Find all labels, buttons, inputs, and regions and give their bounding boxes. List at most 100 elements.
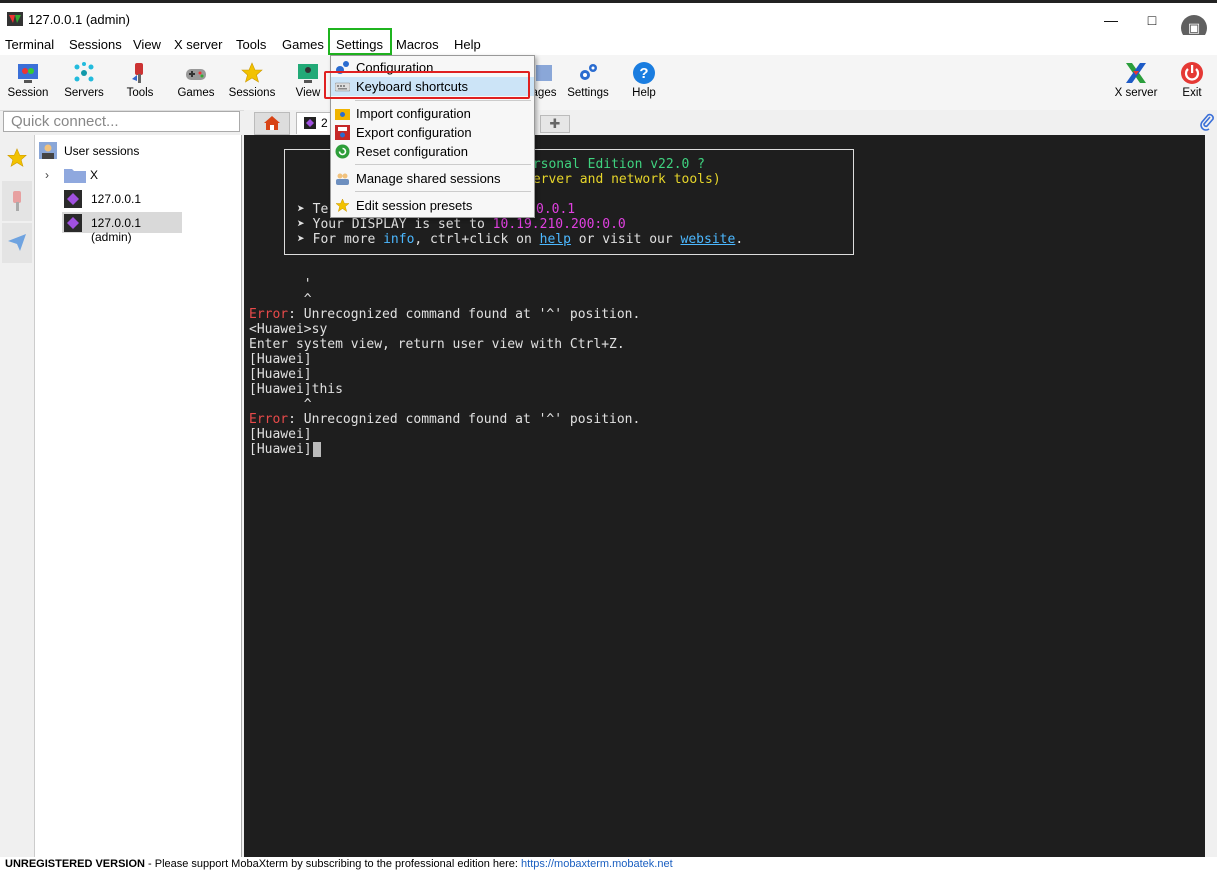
side-strip bbox=[0, 135, 35, 857]
menu-view[interactable]: View bbox=[133, 37, 161, 52]
terminal-session-icon bbox=[304, 117, 316, 129]
user-sessions-label[interactable]: User sessions bbox=[64, 144, 139, 158]
toolbar-help-label: Help bbox=[632, 87, 656, 99]
attachment-icon[interactable] bbox=[1199, 113, 1215, 131]
mobaxterm-logo-icon bbox=[7, 12, 23, 26]
menu-help[interactable]: Help bbox=[454, 37, 481, 52]
menu-terminal[interactable]: Terminal bbox=[5, 37, 54, 52]
terminal-error-line: Error: Unrecognized command found at '^'… bbox=[249, 307, 641, 322]
terminal-session-icon bbox=[64, 214, 82, 232]
sessions-star-icon bbox=[241, 62, 263, 83]
sessions-panel: User sessions › X 127.0.0.1 127.0.0.1 (a… bbox=[35, 135, 242, 857]
terminal-line: ^ bbox=[249, 397, 312, 412]
menu-games[interactable]: Games bbox=[282, 37, 324, 52]
terminal-cursor bbox=[313, 442, 321, 457]
reset-icon bbox=[335, 144, 350, 159]
terminal-line: ^ bbox=[249, 292, 312, 307]
unregistered-label: UNREGISTERED VERSION bbox=[5, 858, 145, 870]
status-message: - Please support MobaXterm by subscribin… bbox=[144, 858, 522, 870]
menu-sessions[interactable]: Sessions bbox=[69, 37, 122, 52]
home-icon bbox=[264, 116, 280, 130]
terminal-scrollbar[interactable] bbox=[1205, 135, 1217, 857]
svg-text:?: ? bbox=[639, 65, 648, 82]
packages-icon bbox=[536, 65, 552, 81]
terminal-error-line: Error: Unrecognized command found at '^'… bbox=[249, 412, 641, 427]
title-bar: 127.0.0.1 (admin) — □ ▣ bbox=[0, 0, 1217, 41]
banner-line-3: ➤ Te bbox=[297, 202, 329, 217]
display-line: ➤ Your DISPLAY is set to 10.19.210.200:0… bbox=[297, 217, 626, 232]
folder-x-label[interactable]: X bbox=[90, 168, 98, 182]
maximize-icon[interactable]: □ bbox=[1142, 11, 1162, 31]
export-icon bbox=[335, 125, 350, 140]
tab-session-active[interactable]: 2 bbox=[296, 112, 334, 134]
presets-star-icon bbox=[335, 198, 350, 213]
servers-icon bbox=[74, 62, 94, 82]
session-item[interactable]: 127.0.0.1 bbox=[62, 189, 212, 209]
toolbar-view-label: View bbox=[295, 87, 321, 99]
mobatek-link[interactable]: https://mobaxterm.mobatek.net bbox=[521, 858, 673, 870]
toolbar-servers-label: Servers bbox=[64, 87, 104, 99]
toolbar-tools-button[interactable]: Tools bbox=[112, 57, 168, 99]
new-tab-button[interactable]: ✚ bbox=[540, 115, 570, 133]
session-item-selected[interactable]: 127.0.0.1 (admin) bbox=[62, 212, 182, 244]
help-icon: ? bbox=[633, 62, 655, 84]
import-icon bbox=[335, 109, 350, 120]
help-link[interactable]: help bbox=[540, 232, 571, 247]
menu-tools[interactable]: Tools bbox=[236, 37, 266, 52]
toolbar-exit-button[interactable]: Exit bbox=[1164, 57, 1217, 99]
terminal-line: [Huawei] bbox=[249, 427, 312, 442]
banner-line-3-value: 0.0.1 bbox=[536, 202, 576, 217]
terminal-area[interactable]: ersonal Edition v22.0 ? server and netwo… bbox=[244, 135, 1205, 857]
settings-menu-highlight bbox=[328, 28, 392, 55]
toolbar-sessions-label: Sessions bbox=[228, 87, 276, 99]
status-bar: UNREGISTERED VERSION - Please support Mo… bbox=[0, 857, 1217, 872]
chevron-right-icon[interactable]: › bbox=[45, 168, 49, 182]
more-info-line: ➤ For more info, ctrl+click on help or v… bbox=[297, 232, 744, 247]
menu-separator bbox=[355, 191, 531, 192]
tools-side-icon bbox=[13, 191, 21, 211]
session-label: 127.0.0.1 (admin) bbox=[91, 216, 142, 244]
toolbar-exit-label: Exit bbox=[1182, 87, 1202, 99]
menu-macros[interactable]: Macros bbox=[396, 37, 439, 52]
terminal-line: [Huawei] bbox=[249, 352, 312, 367]
minimize-icon[interactable]: — bbox=[1101, 11, 1121, 31]
toolbar-games-button[interactable]: Games bbox=[168, 57, 224, 99]
session-label: 127.0.0.1 bbox=[91, 192, 142, 206]
menu-xserver[interactable]: X server bbox=[174, 37, 222, 52]
tools-side-tab[interactable] bbox=[2, 181, 32, 221]
menu-item-edit-session-presets[interactable]: Edit session presets bbox=[331, 196, 534, 215]
toolbar-session-button[interactable]: Session bbox=[0, 57, 56, 99]
menu-item-reset-configuration[interactable]: Reset configuration bbox=[331, 142, 534, 161]
toolbar-packages-label: ages bbox=[531, 87, 557, 99]
macros-side-tab[interactable] bbox=[2, 223, 32, 263]
toolbar-tools-label: Tools bbox=[126, 87, 154, 99]
menu-separator bbox=[355, 100, 531, 101]
toolbar-servers-button[interactable]: Servers bbox=[56, 57, 112, 99]
website-link[interactable]: website bbox=[681, 232, 736, 247]
toolbar: Session Servers Tools Games Sessions Vie… bbox=[0, 55, 1217, 111]
quick-connect-input[interactable]: Quick connect... bbox=[3, 111, 240, 132]
menu-item-manage-shared-sessions[interactable]: Manage shared sessions bbox=[331, 169, 534, 188]
menu-item-export-configuration[interactable]: Export configuration bbox=[331, 123, 534, 142]
settings-gears-icon bbox=[580, 64, 597, 80]
toolbar-settings-button[interactable]: Settings bbox=[560, 57, 616, 99]
menu-item-import-configuration[interactable]: Import configuration bbox=[331, 104, 534, 123]
toolbar-xserver-button[interactable]: X server bbox=[1108, 57, 1164, 99]
toolbar-sessions-button[interactable]: Sessions bbox=[224, 57, 280, 99]
window-title: 127.0.0.1 (admin) bbox=[28, 12, 130, 27]
info-link[interactable]: info bbox=[383, 232, 414, 247]
home-tab[interactable] bbox=[254, 112, 290, 135]
tools-icon bbox=[132, 63, 143, 83]
games-icon bbox=[186, 69, 206, 80]
tab-label: 2 bbox=[321, 116, 328, 130]
paper-plane-icon bbox=[8, 234, 26, 251]
toolbar-xserver-label: X server bbox=[1114, 87, 1158, 99]
menu-separator bbox=[355, 164, 531, 165]
shared-sessions-icon bbox=[336, 173, 349, 185]
toolbar-session-label: Session bbox=[7, 87, 49, 99]
toolbar-help-button[interactable]: ? Help bbox=[616, 57, 672, 99]
view-icon bbox=[298, 64, 318, 83]
favorites-star-icon[interactable] bbox=[6, 147, 28, 169]
xserver-icon bbox=[1126, 63, 1146, 83]
toolbar-games-label: Games bbox=[177, 87, 215, 99]
